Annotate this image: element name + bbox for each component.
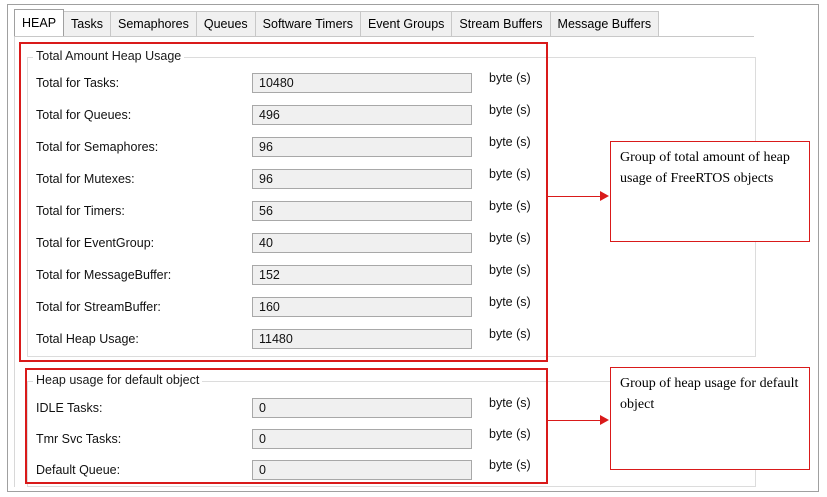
callout-default-group: Group of heap usage for default object [610, 367, 810, 470]
total-group-highlight [19, 42, 548, 362]
tab-semaphores[interactable]: Semaphores [110, 11, 197, 36]
tab-event-groups[interactable]: Event Groups [359, 11, 453, 36]
tab-software-timers[interactable]: Software Timers [254, 11, 361, 36]
arrow-head-total [600, 191, 609, 201]
tab-stream-buffers[interactable]: Stream Buffers [451, 11, 551, 36]
callout-total-group: Group of total amount of heap usage of F… [610, 141, 810, 242]
tab-tasks[interactable]: Tasks [63, 11, 111, 36]
arrow-to-default-callout [548, 420, 602, 421]
arrow-to-total-callout [548, 196, 602, 197]
arrow-head-default [600, 415, 609, 425]
tab-heap[interactable]: HEAP [14, 9, 65, 36]
default-group-highlight [25, 368, 548, 484]
tab-message-buffers[interactable]: Message Buffers [549, 11, 660, 36]
tab-bar: HEAP Tasks Semaphores Queues Software Ti… [14, 9, 660, 36]
tab-queues[interactable]: Queues [195, 11, 256, 36]
